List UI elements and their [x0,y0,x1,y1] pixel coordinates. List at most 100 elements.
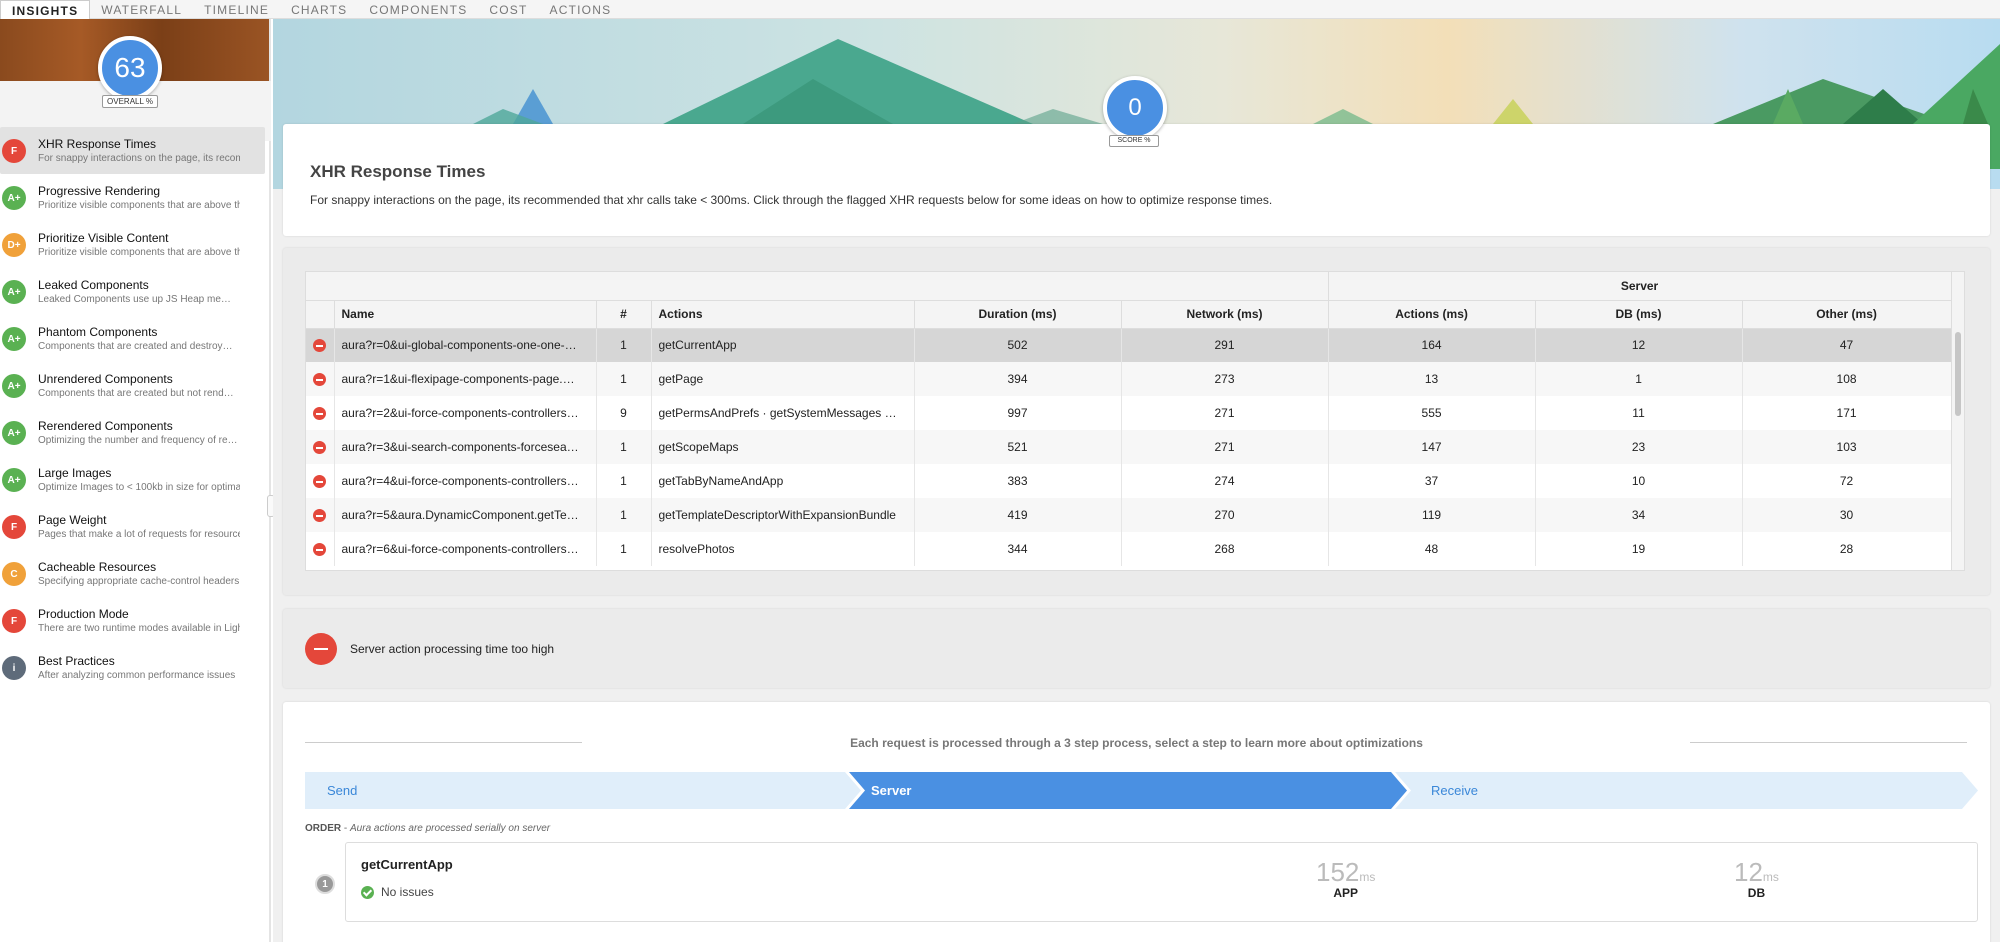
table-cell: aura?r=1&ui-flexipage-components-page.… [334,362,596,396]
tab-charts[interactable]: CHARTS [280,0,358,19]
table-cell: 383 [914,464,1121,498]
table-cell: 1 [596,328,651,362]
sidebar-item-title: Cacheable Resources [38,560,261,574]
sidebar-item-phantom-components[interactable]: A+Phantom ComponentsComponents that are … [0,315,269,362]
table-cell: 273 [1121,362,1328,396]
overall-score: 63 [98,36,162,100]
table-cell: 9 [596,396,651,430]
sidebar-item-xhr-response-times[interactable]: FXHR Response TimesFor snappy interactio… [0,127,265,174]
sidebar-item-unrendered-components[interactable]: A+Unrendered ComponentsComponents that a… [0,362,269,409]
tab-insights[interactable]: INSIGHTS [0,0,90,19]
step-server[interactable]: Server [849,772,1407,809]
table-cell: 1 [1535,362,1742,396]
minus-circle-icon [313,373,326,386]
column-header[interactable]: # [596,300,651,328]
table-row[interactable]: aura?r=1&ui-flexipage-components-page.… 1… [306,362,1951,396]
sidebar-item-desc: Leaked Components use up JS Heap me… [38,294,240,305]
table-row[interactable]: aura?r=3&ui-search-components-forcesea… 1… [306,430,1951,464]
table-cell: 997 [914,396,1121,430]
table-cell: getTabByNameAndApp [651,464,914,498]
action-item[interactable]: getCurrentApp No issues 152ms APP 12ms D… [345,842,1978,922]
table-cell: 164 [1328,328,1535,362]
grade-badge: C [2,562,26,586]
issue-alert[interactable]: Server action processing time too high [283,609,1990,688]
app-metric-unit: ms [1359,870,1375,884]
minus-circle-icon [305,633,337,665]
sidebar-item-rerendered-components[interactable]: A+Rerendered ComponentsOptimizing the nu… [0,409,269,456]
table-cell: getTemplateDescriptorWithExpansionBundle [651,498,914,532]
insights-sidebar: 63 OVERALL % FXHR Response TimesFor snap… [0,19,271,942]
table-cell: resolvePhotos [651,532,914,566]
table-cell: 270 [1121,498,1328,532]
tab-components[interactable]: COMPONENTS [358,0,478,19]
column-header[interactable]: Name [334,300,596,328]
sidebar-item-title: Phantom Components [38,325,261,339]
table-cell: aura?r=5&aura.DynamicComponent.getTe… [334,498,596,532]
sidebar-item-title: XHR Response Times [38,137,257,151]
sidebar-item-desc: Components that are created but not rend… [38,388,240,399]
table-cell: 23 [1535,430,1742,464]
table-scrollbar-track[interactable] [1951,272,1964,571]
table-cell: 10 [1535,464,1742,498]
column-header[interactable]: DB (ms) [1535,300,1742,328]
column-header[interactable]: Duration (ms) [914,300,1121,328]
column-header[interactable]: Other (ms) [1742,300,1951,328]
table-cell: getScopeMaps [651,430,914,464]
table-cell: 1 [596,498,651,532]
table-row[interactable]: aura?r=2&ui-force-components-controllers… [306,396,1951,430]
sidebar-item-desc: Pages that make a lot of requests for re… [38,529,240,540]
step-send[interactable]: Send [305,772,861,809]
sidebar-item-progressive-rendering[interactable]: A+Progressive RenderingPrioritize visibl… [0,174,269,221]
table-cell: 37 [1328,464,1535,498]
sidebar-item-page-weight[interactable]: FPage WeightPages that make a lot of req… [0,503,269,550]
insight-title: XHR Response Times [310,162,485,182]
sidebar-item-large-images[interactable]: A+Large ImagesOptimize Images to < 100kb… [0,456,269,503]
table-scrollbar-thumb[interactable] [1955,332,1961,416]
sidebar-item-leaked-components[interactable]: A+Leaked ComponentsLeaked Components use… [0,268,269,315]
grade-badge: A+ [2,421,26,445]
tab-actions[interactable]: ACTIONS [539,0,623,19]
table-row[interactable]: aura?r=0&ui-global-components-one-one-…1… [306,328,1951,362]
tab-waterfall[interactable]: WATERFALL [90,0,193,19]
sidebar-item-prioritize-visible-content[interactable]: D+Prioritize Visible ContentPrioritize v… [0,221,269,268]
grade-badge: F [2,515,26,539]
row-status [306,396,334,430]
table-cell: aura?r=3&ui-search-components-forcesea… [334,430,596,464]
tab-cost[interactable]: COST [478,0,538,19]
action-name: getCurrentApp [361,857,453,872]
grade-badge: D+ [2,233,26,257]
action-status: No issues [361,885,434,899]
sidebar-item-cacheable-resources[interactable]: CCacheable ResourcesSpecifying appropria… [0,550,269,597]
sidebar-item-title: Unrendered Components [38,372,261,386]
table-row[interactable]: aura?r=6&ui-force-components-controllers… [306,532,1951,566]
tab-timeline[interactable]: TIMELINE [193,0,280,19]
table-cell: 47 [1742,328,1951,362]
main-panel: 0 SCORE % XHR Response Times For snappy … [273,19,2000,942]
column-header[interactable]: Actions [651,300,914,328]
sidebar-item-title: Progressive Rendering [38,184,261,198]
table-cell: 48 [1328,532,1535,566]
column-header[interactable]: Actions (ms) [1328,300,1535,328]
action-status-text: No issues [381,885,434,899]
table-cell: 108 [1742,362,1951,396]
table-cell: 271 [1121,430,1328,464]
column-header[interactable]: Network (ms) [1121,300,1328,328]
status-column-header [306,300,334,328]
minus-circle-icon [313,339,326,352]
sidebar-item-production-mode[interactable]: FProduction ModeThere are two runtime mo… [0,597,269,644]
table-cell: getCurrentApp [651,328,914,362]
sidebar-item-best-practices[interactable]: iBest PracticesAfter analyzing common pe… [0,644,269,691]
table-cell: 291 [1121,328,1328,362]
table-cell: aura?r=6&ui-force-components-controllers… [334,532,596,566]
step-receive[interactable]: Receive [1395,772,1978,809]
table-row[interactable]: aura?r=5&aura.DynamicComponent.getTe…1ge… [306,498,1951,532]
table-cell: 268 [1121,532,1328,566]
sidebar-item-title: Prioritize Visible Content [38,231,261,245]
table-cell: 171 [1742,396,1951,430]
insight-description: For snappy interactions on the page, its… [310,193,1272,207]
row-status [306,532,334,566]
table-cell: 103 [1742,430,1951,464]
app-metric-label: APP [1316,886,1375,900]
table-row[interactable]: aura?r=4&ui-force-components-controllers… [306,464,1951,498]
insight-list: FXHR Response TimesFor snappy interactio… [0,127,269,691]
